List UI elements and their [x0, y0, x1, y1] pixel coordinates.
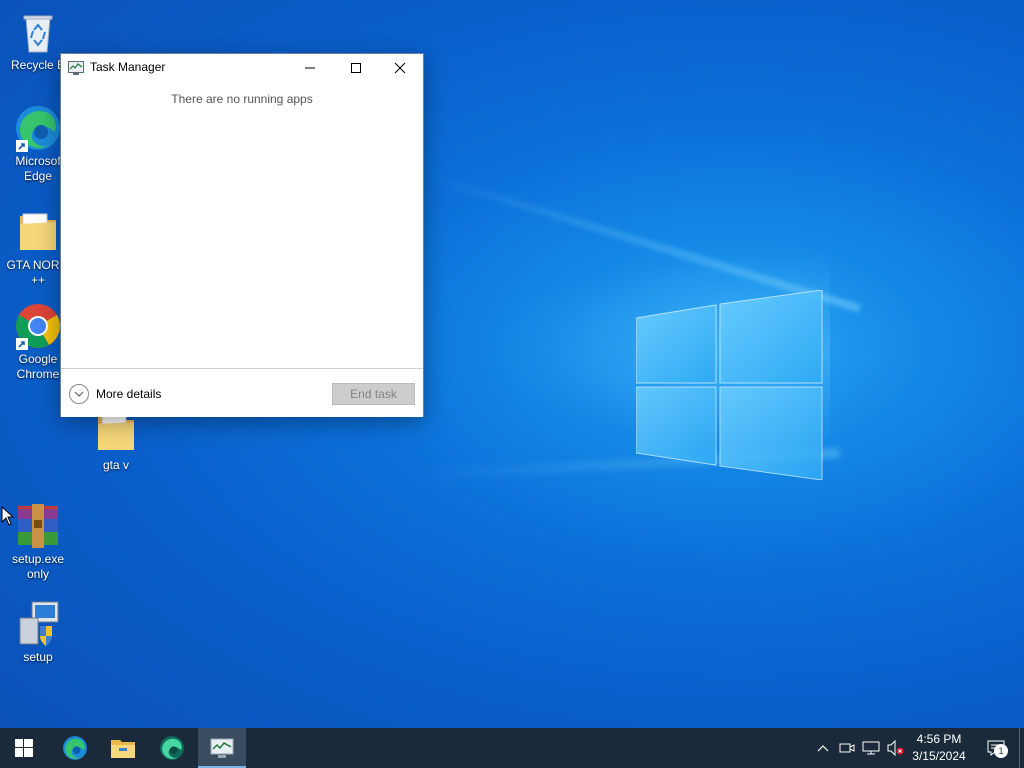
title-bar[interactable]: Task Manager — [61, 54, 423, 82]
network-icon — [862, 741, 880, 755]
no-running-apps-message: There are no running apps — [171, 92, 313, 106]
chevron-down-icon — [69, 384, 89, 404]
edge-dev-icon — [160, 736, 184, 760]
folder-icon — [14, 208, 62, 256]
meet-now-button[interactable] — [836, 728, 858, 768]
windows-start-icon — [15, 739, 33, 757]
meet-now-icon — [839, 743, 855, 753]
more-details-button[interactable]: More details — [69, 384, 161, 404]
desktop-icon-label: setup.exe only — [11, 552, 65, 581]
desktop-icon-label: gta v — [102, 458, 129, 472]
volume-button[interactable] — [884, 728, 906, 768]
clock-time: 4:56 PM — [916, 732, 962, 746]
task-manager-icon — [210, 738, 234, 758]
minimize-button[interactable] — [287, 54, 333, 82]
clock[interactable]: 4:56 PM 3/15/2024 — [904, 731, 974, 765]
close-icon — [394, 62, 406, 74]
show-hidden-icons-button[interactable] — [812, 728, 834, 768]
window-title: Task Manager — [90, 60, 166, 74]
taskbar-task-manager[interactable] — [198, 728, 246, 768]
desktop-icon-gta-v[interactable]: gta v — [78, 408, 154, 473]
recycle-bin-icon — [14, 8, 62, 56]
desktop-icon-label: setup — [23, 650, 53, 664]
maximize-button[interactable] — [333, 54, 379, 82]
taskbar-edge-dev[interactable] — [148, 728, 196, 768]
clock-date: 3/15/2024 — [912, 749, 966, 763]
chrome-icon — [14, 302, 62, 350]
notification-count-badge: 1 — [994, 744, 1008, 758]
end-task-button[interactable]: End task — [332, 383, 415, 405]
minimize-icon — [305, 67, 315, 69]
network-button[interactable] — [859, 728, 883, 768]
start-button[interactable] — [0, 728, 48, 768]
folder-icon — [111, 740, 135, 758]
more-details-label: More details — [96, 387, 162, 401]
maximize-icon — [351, 63, 361, 73]
task-manager-window[interactable]: Task Manager There are no running apps M… — [60, 53, 424, 417]
chevron-up-icon — [817, 745, 829, 752]
edge-icon — [14, 104, 62, 152]
volume-muted-icon — [887, 740, 904, 756]
task-manager-footer: More details End task — [61, 368, 423, 417]
windows-wallpaper-logo — [636, 290, 823, 480]
taskbar-edge[interactable] — [51, 728, 99, 768]
close-button[interactable] — [377, 54, 423, 82]
edge-icon — [63, 736, 87, 760]
winrar-icon — [14, 502, 62, 550]
task-manager-icon — [68, 61, 84, 75]
desktop-icon-setup[interactable]: setup — [0, 600, 76, 665]
mouse-cursor-icon — [1, 506, 15, 526]
show-desktop-button[interactable] — [1019, 728, 1024, 768]
taskbar: 4:56 PM 3/15/2024 1 — [0, 728, 1024, 768]
action-center-button[interactable]: 1 — [978, 728, 1014, 768]
setup-installer-icon — [14, 600, 62, 648]
taskbar-file-explorer[interactable] — [99, 728, 147, 768]
